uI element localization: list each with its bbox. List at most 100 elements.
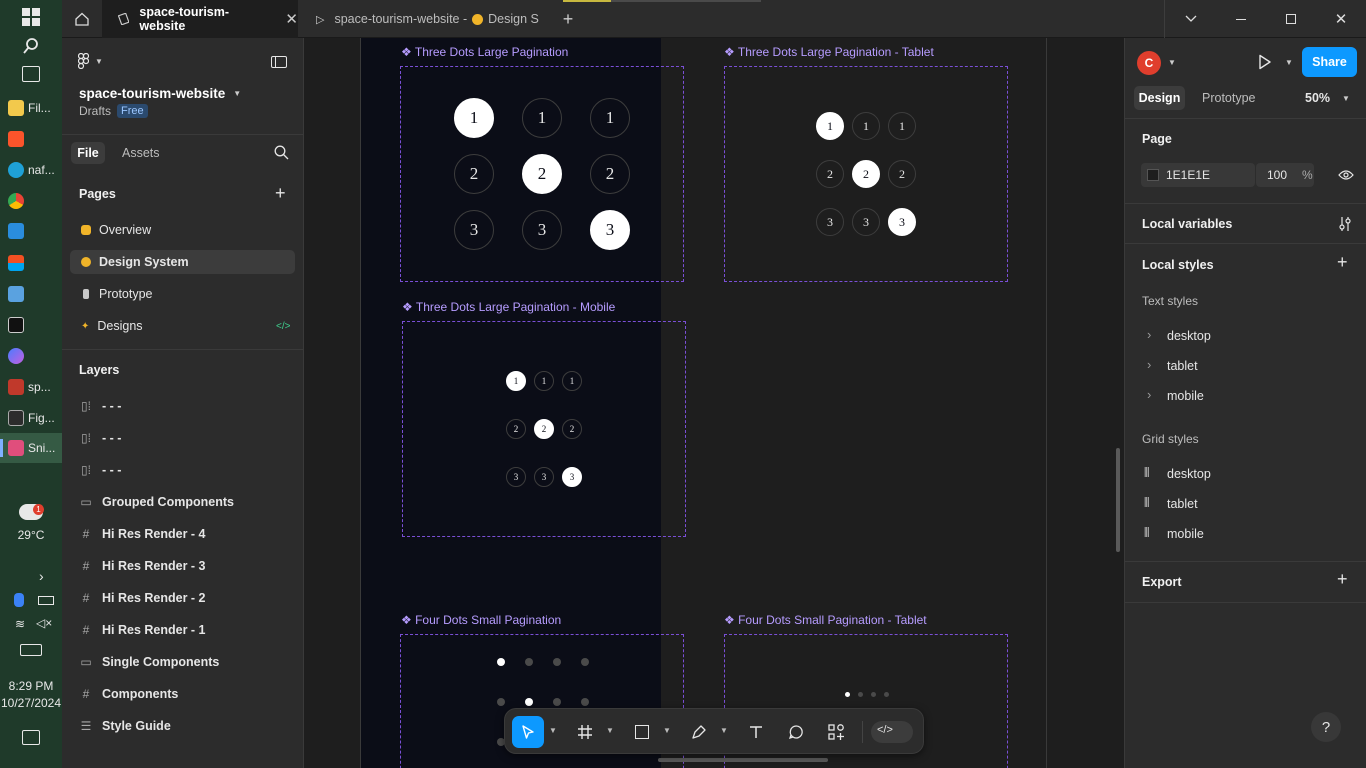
- search-layers-button[interactable]: [274, 145, 289, 165]
- close-window-button[interactable]: ✕: [1316, 0, 1366, 38]
- share-button[interactable]: Share: [1302, 47, 1357, 77]
- slide-dot[interactable]: [553, 658, 561, 666]
- layer-item[interactable]: # Hi Res Render - 2: [62, 587, 304, 609]
- minimize-button[interactable]: [1216, 0, 1266, 38]
- chevron-down-icon[interactable]: ▼: [663, 726, 671, 735]
- pagination-dot[interactable]: 2: [888, 160, 916, 188]
- chevron-down-icon[interactable]: ▼: [1168, 58, 1176, 67]
- pagination-dot-active[interactable]: 3: [590, 210, 630, 250]
- pagination-dot-active[interactable]: 1: [454, 98, 494, 138]
- maximize-button[interactable]: [1266, 0, 1316, 38]
- search-icon[interactable]: [22, 37, 40, 55]
- layer-item[interactable]: ▯⁞ - - -: [62, 459, 304, 481]
- text-style-item[interactable]: › desktop: [1125, 325, 1366, 347]
- text-style-item[interactable]: › mobile: [1125, 385, 1366, 407]
- help-button[interactable]: ?: [1311, 712, 1341, 742]
- move-tool-button[interactable]: [512, 716, 544, 748]
- taskbar-app-vscode[interactable]: [0, 216, 62, 246]
- visibility-toggle[interactable]: [1338, 168, 1354, 186]
- pagination-dot[interactable]: 3: [506, 467, 526, 487]
- zoom-dropdown[interactable]: 50% ▼: [1305, 91, 1350, 105]
- pagination-dot-active[interactable]: 2: [852, 160, 880, 188]
- pagination-dot[interactable]: 1: [562, 371, 582, 391]
- grid-style-item[interactable]: ⫴ mobile: [1125, 523, 1366, 545]
- slide-dot-active[interactable]: [525, 698, 533, 706]
- notifications-icon[interactable]: [22, 730, 40, 745]
- main-menu-button[interactable]: ▼: [78, 53, 103, 69]
- slide-dot[interactable]: [857, 691, 863, 697]
- slide-dot[interactable]: [870, 691, 876, 697]
- volume-muted-icon[interactable]: ◁×: [36, 616, 52, 630]
- comment-tool-button[interactable]: [780, 716, 812, 748]
- slide-dot[interactable]: [525, 658, 533, 666]
- pagination-dot-active[interactable]: 1: [816, 112, 844, 140]
- pagination-dot[interactable]: 1: [522, 98, 562, 138]
- pagination-dot-active[interactable]: 2: [534, 419, 554, 439]
- taskbar-app-brave[interactable]: [0, 124, 62, 154]
- frame-title[interactable]: ❖ Four Dots Small Pagination - Tablet: [724, 613, 927, 627]
- taskbar-app-chrome[interactable]: [0, 186, 62, 216]
- grid-style-item[interactable]: ⫴ desktop: [1125, 463, 1366, 485]
- design-canvas[interactable]: ❖ Three Dots Large Pagination 111222333 …: [304, 38, 1124, 768]
- pagination-dot[interactable]: 3: [816, 208, 844, 236]
- color-swatch[interactable]: [1147, 169, 1159, 181]
- home-tab[interactable]: [62, 0, 102, 38]
- weather-widget[interactable]: 1 29°C: [0, 500, 62, 550]
- frame-title[interactable]: ❖ Three Dots Large Pagination - Tablet: [724, 45, 934, 59]
- actions-button[interactable]: [820, 716, 852, 748]
- user-avatar[interactable]: C: [1137, 51, 1161, 75]
- keyboard-icon[interactable]: [20, 644, 42, 656]
- pagination-dot[interactable]: 1: [590, 98, 630, 138]
- horizontal-scrollbar[interactable]: [658, 758, 828, 762]
- text-tool-button[interactable]: [740, 716, 772, 748]
- chevron-down-icon[interactable]: ▼: [1285, 58, 1293, 67]
- add-style-button[interactable]: +: [1337, 252, 1348, 273]
- bluetooth-icon[interactable]: [14, 593, 24, 607]
- page-color-field[interactable]: 1E1E1E: [1141, 163, 1255, 187]
- clock-time[interactable]: 8:29 PM: [0, 679, 62, 693]
- layer-item[interactable]: # Hi Res Render - 4: [62, 523, 304, 545]
- frame-title[interactable]: ❖ Three Dots Large Pagination: [401, 45, 568, 59]
- tab-space-tourism-design[interactable]: space-tourism-website ✕: [102, 0, 298, 38]
- taskbar-app-space-tourism[interactable]: sp...: [0, 372, 62, 402]
- pagination-dot[interactable]: 1: [534, 371, 554, 391]
- clock-date[interactable]: 10/27/2024: [0, 696, 62, 710]
- local-variables-heading[interactable]: Local variables: [1142, 217, 1232, 231]
- pagination-dot-active[interactable]: 3: [562, 467, 582, 487]
- grid-style-item[interactable]: ⫴ tablet: [1125, 493, 1366, 515]
- pagination-dot[interactable]: 2: [506, 419, 526, 439]
- add-export-button[interactable]: +: [1337, 569, 1348, 590]
- tab-prototype[interactable]: Prototype: [1202, 91, 1256, 105]
- page-item-prototype[interactable]: Prototype: [62, 283, 304, 305]
- taskbar-app-edge[interactable]: naf...: [0, 155, 62, 185]
- layer-item[interactable]: ▯⁞ - - -: [62, 395, 304, 417]
- pagination-dot[interactable]: 2: [454, 154, 494, 194]
- pagination-dot[interactable]: 3: [852, 208, 880, 236]
- layer-item[interactable]: ▯⁞ - - -: [62, 427, 304, 449]
- pagination-dot[interactable]: 3: [522, 210, 562, 250]
- pagination-dot-active[interactable]: 1: [506, 371, 526, 391]
- slide-dot[interactable]: [581, 658, 589, 666]
- present-button[interactable]: [1258, 54, 1272, 75]
- drafts-label[interactable]: Drafts: [79, 104, 111, 118]
- new-tab-button[interactable]: +: [556, 0, 580, 38]
- chevron-down-icon[interactable]: ▼: [549, 726, 557, 735]
- tab-space-tourism-prototype[interactable]: ▷ space-tourism-website - Design S: [300, 0, 546, 38]
- file-name[interactable]: space-tourism-website ▼: [79, 86, 241, 101]
- pagination-dot-active[interactable]: 3: [888, 208, 916, 236]
- taskbar-app-file-explorer[interactable]: Fil...: [0, 93, 62, 123]
- slide-dot-active[interactable]: [497, 658, 505, 666]
- pagination-dot[interactable]: 2: [562, 419, 582, 439]
- chevron-right-icon[interactable]: ›: [1147, 327, 1151, 342]
- taskbar-app-inkscape[interactable]: [0, 310, 62, 340]
- pen-tool-button[interactable]: [683, 716, 715, 748]
- battery-icon[interactable]: [38, 596, 54, 605]
- page-opacity-field[interactable]: 100 %: [1256, 163, 1314, 187]
- pagination-dot[interactable]: 1: [852, 112, 880, 140]
- layer-item[interactable]: # Hi Res Render - 3: [62, 555, 304, 577]
- pagination-dot-active[interactable]: 2: [522, 154, 562, 194]
- slide-dot[interactable]: [883, 691, 889, 697]
- toggle-sidebar-button[interactable]: [271, 56, 287, 68]
- add-page-button[interactable]: +: [275, 183, 286, 204]
- pagination-dot[interactable]: 2: [816, 160, 844, 188]
